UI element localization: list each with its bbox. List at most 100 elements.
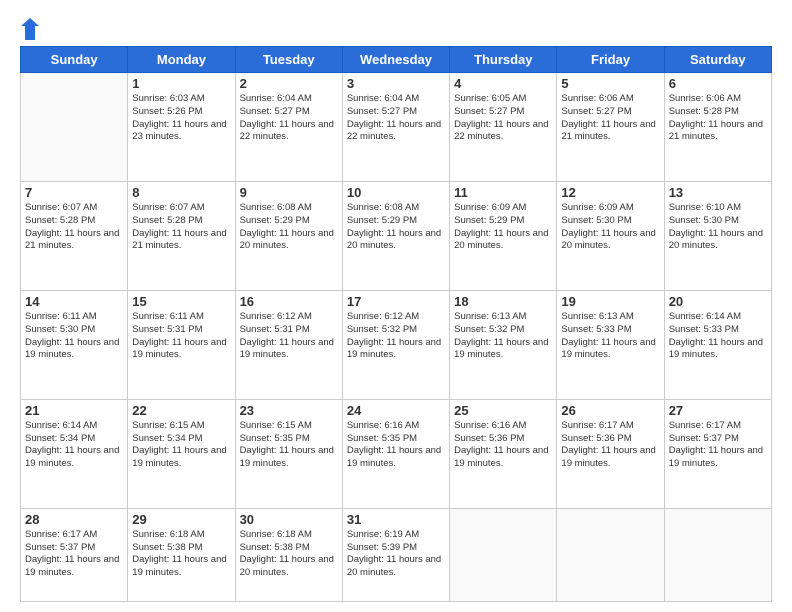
cell-info: Sunrise: 6:06 AMSunset: 5:27 PMDaylight:… bbox=[561, 93, 659, 144]
calendar-cell: 13 Sunrise: 6:10 AMSunset: 5:30 PMDayligh… bbox=[664, 181, 771, 290]
cell-date-number: 28 bbox=[25, 512, 123, 527]
calendar-cell: 29 Sunrise: 6:18 AMSunset: 5:38 PMDayligh… bbox=[128, 508, 235, 601]
cell-date-number: 22 bbox=[132, 403, 230, 418]
calendar-cell: 19 Sunrise: 6:13 AMSunset: 5:33 PMDayligh… bbox=[557, 290, 664, 399]
calendar-cell: 25 Sunrise: 6:16 AMSunset: 5:36 PMDayligh… bbox=[450, 399, 557, 508]
cell-date-number: 17 bbox=[347, 294, 445, 309]
cell-info: Sunrise: 6:08 AMSunset: 5:29 PMDaylight:… bbox=[347, 202, 445, 253]
calendar-week-1: 1 Sunrise: 6:03 AMSunset: 5:26 PMDaylight… bbox=[21, 73, 772, 182]
cell-date-number: 12 bbox=[561, 185, 659, 200]
cell-info: Sunrise: 6:17 AMSunset: 5:37 PMDaylight:… bbox=[25, 529, 123, 580]
calendar-cell: 7 Sunrise: 6:07 AMSunset: 5:28 PMDaylight… bbox=[21, 181, 128, 290]
cell-info: Sunrise: 6:12 AMSunset: 5:31 PMDaylight:… bbox=[240, 311, 338, 362]
cell-date-number: 7 bbox=[25, 185, 123, 200]
cell-date-number: 20 bbox=[669, 294, 767, 309]
calendar-cell: 8Sunrise: 6:07 AMSunset: 5:28 PMDaylight… bbox=[128, 181, 235, 290]
cell-info: Sunrise: 6:08 AMSunset: 5:29 PMDaylight:… bbox=[240, 202, 338, 253]
cell-date-number: 1 bbox=[132, 76, 230, 91]
cell-date-number: 18 bbox=[454, 294, 552, 309]
calendar-cell: 5 Sunrise: 6:06 AMSunset: 5:27 PMDaylight… bbox=[557, 73, 664, 182]
cell-date-number: 14 bbox=[25, 294, 123, 309]
calendar-week-4: 21 Sunrise: 6:14 AMSunset: 5:34 PMDayligh… bbox=[21, 399, 772, 508]
calendar-cell: 22Sunrise: 6:15 AMSunset: 5:34 PMDayligh… bbox=[128, 399, 235, 508]
calendar-cell: 23 Sunrise: 6:15 AMSunset: 5:35 PMDayligh… bbox=[235, 399, 342, 508]
calendar-cell: 21 Sunrise: 6:14 AMSunset: 5:34 PMDayligh… bbox=[21, 399, 128, 508]
cell-info: Sunrise: 6:12 AMSunset: 5:32 PMDaylight:… bbox=[347, 311, 445, 362]
cell-info: Sunrise: 6:18 AMSunset: 5:38 PMDaylight:… bbox=[132, 529, 230, 580]
calendar-cell: 14 Sunrise: 6:11 AMSunset: 5:30 PMDayligh… bbox=[21, 290, 128, 399]
cell-date-number: 5 bbox=[561, 76, 659, 91]
calendar-header-row: SundayMondayTuesdayWednesdayThursdayFrid… bbox=[21, 47, 772, 73]
calendar-cell: 26Sunrise: 6:17 AMSunset: 5:36 PMDayligh… bbox=[557, 399, 664, 508]
cell-date-number: 11 bbox=[454, 185, 552, 200]
calendar-cell bbox=[21, 73, 128, 182]
calendar-week-5: 28 Sunrise: 6:17 AMSunset: 5:37 PMDayligh… bbox=[21, 508, 772, 601]
calendar-cell: 9 Sunrise: 6:08 AMSunset: 5:29 PMDaylight… bbox=[235, 181, 342, 290]
logo bbox=[20, 18, 39, 38]
cell-info: Sunrise: 6:10 AMSunset: 5:30 PMDaylight:… bbox=[669, 202, 767, 253]
calendar-header-friday: Friday bbox=[557, 47, 664, 73]
cell-info: Sunrise: 6:09 AMSunset: 5:30 PMDaylight:… bbox=[561, 202, 659, 253]
calendar-header-monday: Monday bbox=[128, 47, 235, 73]
calendar-header-sunday: Sunday bbox=[21, 47, 128, 73]
calendar-cell: 16 Sunrise: 6:12 AMSunset: 5:31 PMDayligh… bbox=[235, 290, 342, 399]
calendar-cell: 12 Sunrise: 6:09 AMSunset: 5:30 PMDayligh… bbox=[557, 181, 664, 290]
cell-info: Sunrise: 6:03 AMSunset: 5:26 PMDaylight:… bbox=[132, 93, 230, 144]
cell-date-number: 4 bbox=[454, 76, 552, 91]
cell-date-number: 30 bbox=[240, 512, 338, 527]
calendar-cell bbox=[664, 508, 771, 601]
cell-date-number: 29 bbox=[132, 512, 230, 527]
cell-info: Sunrise: 6:09 AMSunset: 5:29 PMDaylight:… bbox=[454, 202, 552, 253]
calendar-cell: 3 Sunrise: 6:04 AMSunset: 5:27 PMDaylight… bbox=[342, 73, 449, 182]
cell-info: Sunrise: 6:13 AMSunset: 5:32 PMDaylight:… bbox=[454, 311, 552, 362]
calendar-cell: 17 Sunrise: 6:12 AMSunset: 5:32 PMDayligh… bbox=[342, 290, 449, 399]
cell-date-number: 13 bbox=[669, 185, 767, 200]
calendar-header-tuesday: Tuesday bbox=[235, 47, 342, 73]
calendar-cell: 6 Sunrise: 6:06 AMSunset: 5:28 PMDaylight… bbox=[664, 73, 771, 182]
calendar-cell: 1 Sunrise: 6:03 AMSunset: 5:26 PMDaylight… bbox=[128, 73, 235, 182]
cell-date-number: 31 bbox=[347, 512, 445, 527]
calendar-cell: 27Sunrise: 6:17 AMSunset: 5:37 PMDayligh… bbox=[664, 399, 771, 508]
calendar-cell: 28 Sunrise: 6:17 AMSunset: 5:37 PMDayligh… bbox=[21, 508, 128, 601]
calendar-cell bbox=[450, 508, 557, 601]
cell-info: Sunrise: 6:15 AMSunset: 5:35 PMDaylight:… bbox=[240, 420, 338, 471]
cell-info: Sunrise: 6:14 AMSunset: 5:34 PMDaylight:… bbox=[25, 420, 123, 471]
calendar-cell: 18 Sunrise: 6:13 AMSunset: 5:32 PMDayligh… bbox=[450, 290, 557, 399]
cell-date-number: 25 bbox=[454, 403, 552, 418]
cell-info: Sunrise: 6:04 AMSunset: 5:27 PMDaylight:… bbox=[347, 93, 445, 144]
calendar-cell: 20 Sunrise: 6:14 AMSunset: 5:33 PMDayligh… bbox=[664, 290, 771, 399]
cell-date-number: 16 bbox=[240, 294, 338, 309]
cell-date-number: 2 bbox=[240, 76, 338, 91]
calendar-cell: 15 Sunrise: 6:11 AMSunset: 5:31 PMDayligh… bbox=[128, 290, 235, 399]
cell-date-number: 24 bbox=[347, 403, 445, 418]
cell-info: Sunrise: 6:07 AMSunset: 5:28 PMDaylight:… bbox=[25, 202, 123, 253]
logo-icon bbox=[21, 18, 39, 40]
header bbox=[20, 18, 772, 38]
cell-date-number: 3 bbox=[347, 76, 445, 91]
cell-info: Sunrise: 6:18 AMSunset: 5:38 PMDaylight:… bbox=[240, 529, 338, 580]
cell-info: Sunrise: 6:04 AMSunset: 5:27 PMDaylight:… bbox=[240, 93, 338, 144]
cell-info: Sunrise: 6:11 AMSunset: 5:31 PMDaylight:… bbox=[132, 311, 230, 362]
cell-date-number: 6 bbox=[669, 76, 767, 91]
calendar-cell: 24Sunrise: 6:16 AMSunset: 5:35 PMDayligh… bbox=[342, 399, 449, 508]
cell-date-number: 10 bbox=[347, 185, 445, 200]
cell-info: Sunrise: 6:11 AMSunset: 5:30 PMDaylight:… bbox=[25, 311, 123, 362]
calendar-cell: 30 Sunrise: 6:18 AMSunset: 5:38 PMDayligh… bbox=[235, 508, 342, 601]
page: SundayMondayTuesdayWednesdayThursdayFrid… bbox=[0, 0, 792, 612]
cell-info: Sunrise: 6:13 AMSunset: 5:33 PMDaylight:… bbox=[561, 311, 659, 362]
cell-info: Sunrise: 6:16 AMSunset: 5:36 PMDaylight:… bbox=[454, 420, 552, 471]
cell-info: Sunrise: 6:17 AMSunset: 5:37 PMDaylight:… bbox=[669, 420, 767, 471]
cell-date-number: 15 bbox=[132, 294, 230, 309]
cell-info: Sunrise: 6:06 AMSunset: 5:28 PMDaylight:… bbox=[669, 93, 767, 144]
calendar-header-wednesday: Wednesday bbox=[342, 47, 449, 73]
calendar-header-thursday: Thursday bbox=[450, 47, 557, 73]
calendar-week-3: 14 Sunrise: 6:11 AMSunset: 5:30 PMDayligh… bbox=[21, 290, 772, 399]
cell-date-number: 23 bbox=[240, 403, 338, 418]
cell-date-number: 21 bbox=[25, 403, 123, 418]
cell-date-number: 9 bbox=[240, 185, 338, 200]
cell-info: Sunrise: 6:07 AMSunset: 5:28 PMDaylight:… bbox=[132, 202, 230, 253]
cell-info: Sunrise: 6:19 AMSunset: 5:39 PMDaylight:… bbox=[347, 529, 445, 580]
cell-date-number: 26 bbox=[561, 403, 659, 418]
cell-date-number: 19 bbox=[561, 294, 659, 309]
cell-info: Sunrise: 6:14 AMSunset: 5:33 PMDaylight:… bbox=[669, 311, 767, 362]
